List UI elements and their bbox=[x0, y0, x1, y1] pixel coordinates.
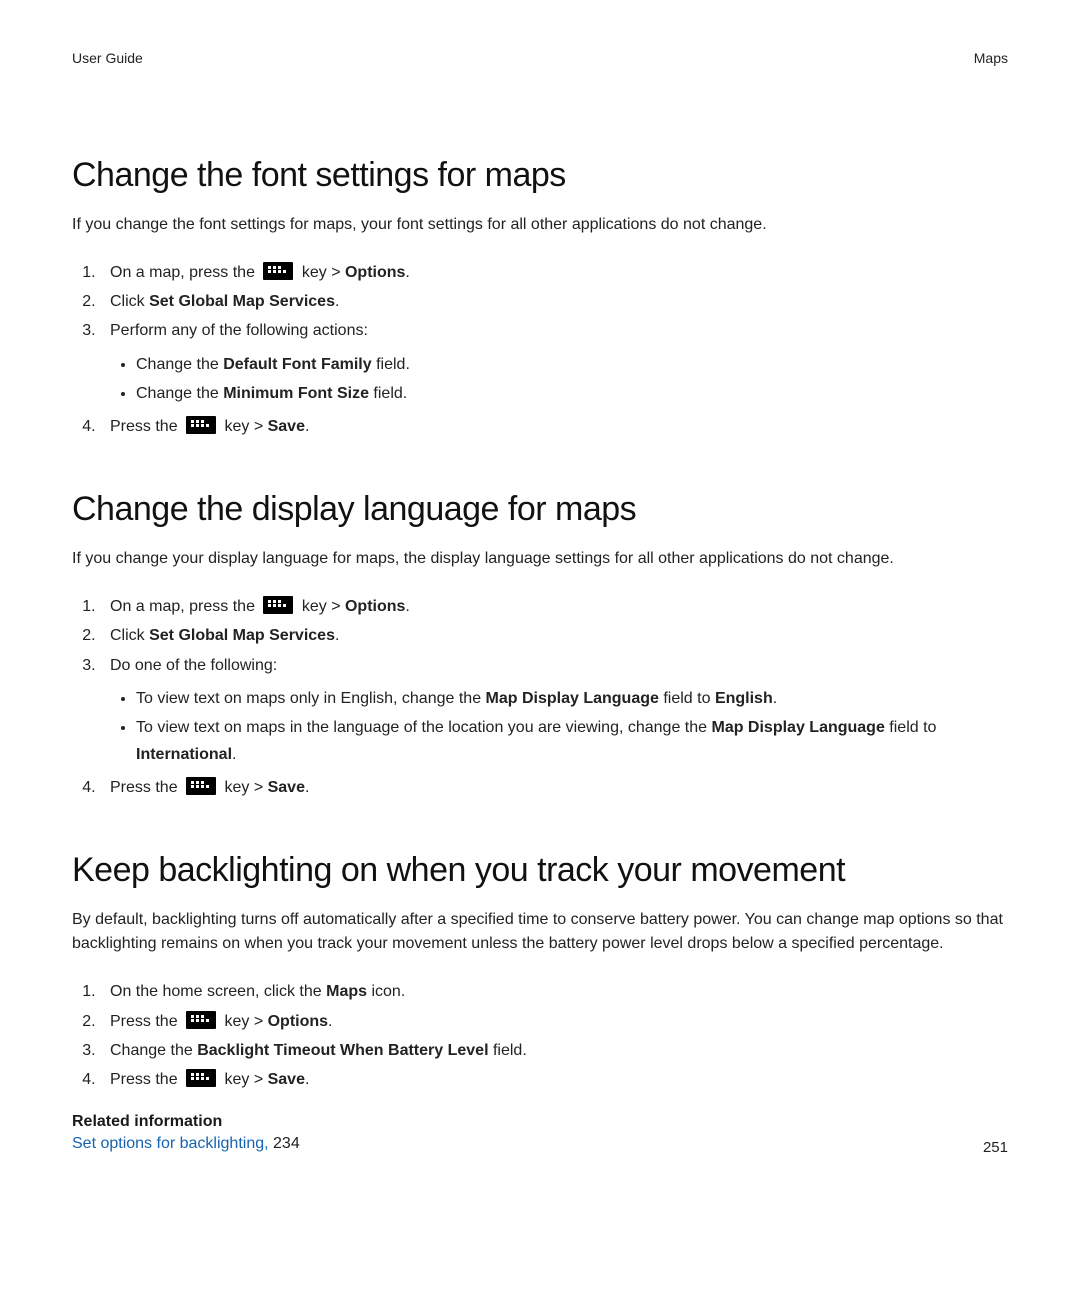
step-text: key > bbox=[220, 779, 268, 796]
step-item: On a map, press the key > Options. bbox=[100, 593, 1008, 620]
page-number: 251 bbox=[983, 1139, 1008, 1156]
menu-key-icon bbox=[263, 262, 293, 280]
step-item: Press the key > Save. bbox=[100, 413, 1008, 440]
bullet-bold: English bbox=[715, 690, 773, 707]
section-title: Change the display language for maps bbox=[72, 490, 1008, 529]
bullet-bold: International bbox=[136, 746, 232, 763]
section-intro: If you change your display language for … bbox=[72, 547, 1008, 571]
step-item: Click Set Global Map Services. bbox=[100, 288, 1008, 315]
step-text: . bbox=[335, 627, 339, 644]
step-text: . bbox=[305, 1071, 309, 1088]
step-bold: Set Global Map Services bbox=[149, 293, 335, 310]
step-text: Do one of the following: bbox=[110, 657, 277, 674]
bullet-bold: Map Display Language bbox=[486, 690, 659, 707]
step-text: Click bbox=[110, 293, 149, 310]
bullet-text: field to bbox=[885, 719, 937, 736]
bullet-item: To view text on maps in the language of … bbox=[136, 714, 1008, 768]
step-text: . bbox=[305, 779, 309, 796]
menu-key-icon bbox=[186, 1011, 216, 1029]
step-bold: Save bbox=[268, 779, 305, 796]
step-bold: Set Global Map Services bbox=[149, 627, 335, 644]
bullet-text: Change the bbox=[136, 385, 223, 402]
step-text: Change the bbox=[110, 1042, 197, 1059]
section-intro: If you change the font settings for maps… bbox=[72, 213, 1008, 237]
step-bold: Options bbox=[345, 264, 405, 281]
step-text: icon. bbox=[367, 983, 405, 1000]
bullet-bold: Map Display Language bbox=[711, 719, 884, 736]
step-item: On a map, press the key > Options. bbox=[100, 259, 1008, 286]
step-item: Perform any of the following actions: Ch… bbox=[100, 317, 1008, 407]
bullet-bold: Minimum Font Size bbox=[223, 385, 369, 402]
steps-list: On a map, press the key > Options. Click… bbox=[72, 593, 1008, 801]
bullet-text: field. bbox=[369, 385, 407, 402]
menu-key-icon bbox=[263, 596, 293, 614]
steps-list: On a map, press the key > Options. Click… bbox=[72, 259, 1008, 440]
bullet-text: . bbox=[773, 690, 777, 707]
step-item: Press the key > Save. bbox=[100, 1066, 1008, 1093]
step-text: Press the bbox=[110, 779, 182, 796]
bullet-item: Change the Default Font Family field. bbox=[136, 351, 1008, 378]
step-text: Press the bbox=[110, 1071, 182, 1088]
menu-key-icon bbox=[186, 1069, 216, 1087]
bullet-bold: Default Font Family bbox=[223, 356, 371, 373]
step-item: Press the key > Save. bbox=[100, 774, 1008, 801]
bullet-text: field. bbox=[372, 356, 410, 373]
header-left: User Guide bbox=[72, 50, 143, 66]
step-text: On a map, press the bbox=[110, 598, 259, 615]
related-line: Set options for backlighting, 234 bbox=[72, 1135, 1008, 1153]
section-font-settings: Change the font settings for maps If you… bbox=[72, 156, 1008, 440]
step-bold: Save bbox=[268, 1071, 305, 1088]
step-item: Do one of the following: To view text on… bbox=[100, 652, 1008, 769]
menu-key-icon bbox=[186, 416, 216, 434]
page: User Guide Maps Change the font settings… bbox=[0, 0, 1080, 1296]
step-text: key > bbox=[297, 598, 345, 615]
section-display-language: Change the display language for maps If … bbox=[72, 490, 1008, 801]
step-bold: Options bbox=[345, 598, 405, 615]
step-text: key > bbox=[220, 1013, 268, 1030]
step-text: On a map, press the bbox=[110, 264, 259, 281]
related-page-number: 234 bbox=[273, 1135, 300, 1152]
step-text: field. bbox=[489, 1042, 527, 1059]
step-text: . bbox=[328, 1013, 332, 1030]
step-text: Click bbox=[110, 627, 149, 644]
step-item: Click Set Global Map Services. bbox=[100, 622, 1008, 649]
bullet-text: To view text on maps in the language of … bbox=[136, 719, 711, 736]
step-item: Press the key > Options. bbox=[100, 1008, 1008, 1035]
step-item: Change the Backlight Timeout When Batter… bbox=[100, 1037, 1008, 1064]
bullet-item: To view text on maps only in English, ch… bbox=[136, 685, 1008, 712]
step-item: On the home screen, click the Maps icon. bbox=[100, 978, 1008, 1005]
header-right: Maps bbox=[974, 50, 1008, 66]
step-text: key > bbox=[297, 264, 345, 281]
step-text: . bbox=[405, 264, 409, 281]
related-link[interactable]: Set options for backlighting, bbox=[72, 1135, 273, 1152]
step-text: key > bbox=[220, 1071, 268, 1088]
step-bold: Options bbox=[268, 1013, 328, 1030]
steps-list: On the home screen, click the Maps icon.… bbox=[72, 978, 1008, 1093]
step-bold: Maps bbox=[326, 983, 367, 1000]
page-header: User Guide Maps bbox=[72, 50, 1008, 66]
step-bold: Save bbox=[268, 418, 305, 435]
step-text: key > bbox=[220, 418, 268, 435]
step-text: Press the bbox=[110, 1013, 182, 1030]
step-text: On the home screen, click the bbox=[110, 983, 326, 1000]
step-text: Perform any of the following actions: bbox=[110, 322, 368, 339]
section-title: Change the font settings for maps bbox=[72, 156, 1008, 195]
section-intro: By default, backlighting turns off autom… bbox=[72, 908, 1008, 956]
section-title: Keep backlighting on when you track your… bbox=[72, 851, 1008, 890]
bullet-item: Change the Minimum Font Size field. bbox=[136, 380, 1008, 407]
step-text: Press the bbox=[110, 418, 182, 435]
section-backlighting: Keep backlighting on when you track your… bbox=[72, 851, 1008, 1153]
bullet-text: To view text on maps only in English, ch… bbox=[136, 690, 486, 707]
step-bold: Backlight Timeout When Battery Level bbox=[197, 1042, 488, 1059]
bullet-list: Change the Default Font Family field. Ch… bbox=[110, 351, 1008, 407]
step-text: . bbox=[405, 598, 409, 615]
menu-key-icon bbox=[186, 777, 216, 795]
bullet-text: field to bbox=[659, 690, 715, 707]
bullet-text: Change the bbox=[136, 356, 223, 373]
related-information-heading: Related information bbox=[72, 1113, 1008, 1131]
step-text: . bbox=[335, 293, 339, 310]
bullet-text: . bbox=[232, 746, 236, 763]
step-text: . bbox=[305, 418, 309, 435]
bullet-list: To view text on maps only in English, ch… bbox=[110, 685, 1008, 769]
